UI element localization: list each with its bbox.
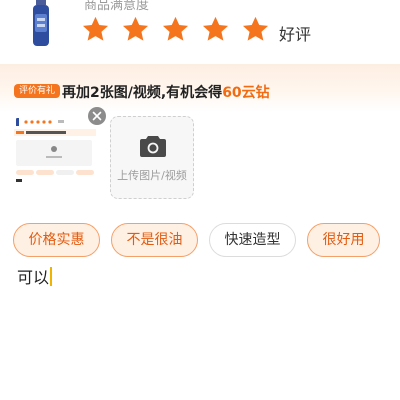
star-rating[interactable] xyxy=(80,14,271,45)
star-icon[interactable] xyxy=(240,14,271,45)
upload-media-button[interactable]: 上传图片/视频 xyxy=(110,116,194,199)
uploaded-photo-thumbnail[interactable] xyxy=(14,116,96,198)
star-icon[interactable] xyxy=(160,14,191,45)
review-text-input[interactable]: 可以 xyxy=(17,264,53,288)
review-text: 可以 xyxy=(17,268,50,287)
camera-icon xyxy=(140,136,166,157)
text-cursor xyxy=(50,266,53,286)
remove-photo-button[interactable] xyxy=(88,107,106,125)
upload-label: 上传图片/视频 xyxy=(117,169,187,182)
product-image xyxy=(33,0,49,46)
reward-tag: 评价有礼 xyxy=(14,84,61,98)
reward-text-prefix: 再加2张图/视频,有机会得 xyxy=(62,85,223,101)
reward-banner: 评价有礼 再加2张图/视频,有机会得60云钻 xyxy=(0,64,400,112)
reward-text: 再加2张图/视频,有机会得60云钻 xyxy=(62,82,270,102)
rating-section: 商品满意度 好评 xyxy=(0,0,400,60)
star-icon[interactable] xyxy=(200,14,231,45)
star-icon[interactable] xyxy=(80,14,111,45)
star-icon[interactable] xyxy=(120,14,151,45)
tag-chip[interactable]: 快速造型 xyxy=(209,223,296,257)
tag-chip[interactable]: 价格实惠 xyxy=(13,223,100,257)
tag-chip[interactable]: 很好用 xyxy=(307,223,380,257)
reward-highlight: 60云钻 xyxy=(222,85,270,101)
satisfaction-label: 商品满意度 xyxy=(84,0,150,13)
rating-text: 好评 xyxy=(279,25,312,44)
close-icon xyxy=(92,111,102,121)
uploaded-photo-image xyxy=(14,116,96,198)
tag-chip[interactable]: 不是很油 xyxy=(111,223,198,257)
